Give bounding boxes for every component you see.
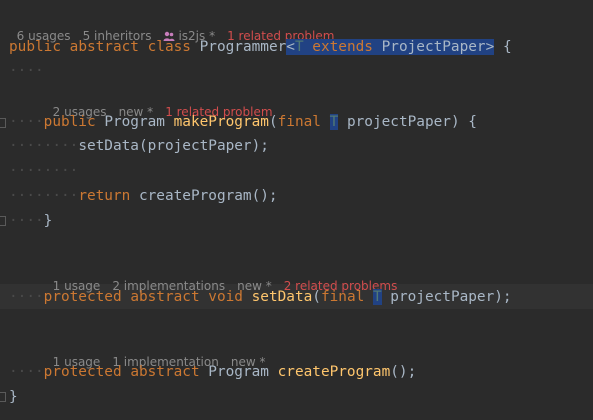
method2-signature-line[interactable]: ····protected abstract void setData(fina…	[9, 288, 512, 306]
paren-open: (	[312, 289, 321, 305]
return-type: Program	[208, 364, 269, 380]
call-args: ();	[251, 188, 278, 204]
param-name: projectPaper	[390, 289, 495, 305]
method-name-setData[interactable]: setData	[252, 289, 313, 305]
class-brace-open: {	[502, 39, 512, 55]
whitespace-dots: ····	[9, 63, 44, 79]
statement-setData-line[interactable]: ········setData(projectPaper);	[9, 137, 269, 155]
keyword-public: public	[43, 114, 96, 130]
type-param: T	[294, 39, 304, 55]
paren-open: (	[268, 114, 278, 130]
keyword-public: public	[9, 39, 61, 55]
call-createProgram[interactable]: createProgram	[139, 188, 252, 204]
signature-close: ();	[390, 364, 417, 380]
keyword-return: return	[78, 188, 131, 204]
call-setData[interactable]: setData	[78, 138, 139, 154]
type-param-close: >	[485, 39, 495, 55]
keyword-extends: extends	[312, 39, 373, 55]
keyword-class: class	[147, 39, 191, 55]
keyword-abstract: abstract	[130, 289, 200, 305]
signature-close: ) {	[450, 114, 477, 130]
param-name: projectPaper	[346, 114, 451, 130]
type-param-open: <	[286, 39, 295, 55]
indent-dots: ········	[9, 138, 79, 154]
method1-brace-close: }	[43, 213, 53, 229]
return-statement-line[interactable]: ········return createProgram();	[9, 187, 278, 205]
class-brace-close: }	[9, 389, 18, 405]
keyword-protected: protected	[43, 289, 122, 305]
keyword-protected: protected	[43, 364, 122, 380]
indent-dots: ····	[9, 213, 44, 229]
whitespace-dots: ········	[9, 163, 79, 179]
bound-type: ProjectPaper	[381, 39, 486, 55]
fold-marker-class-end[interactable]	[0, 392, 6, 402]
method1-signature-line[interactable]: ····public Program makeProgram(final T p…	[9, 113, 477, 131]
keyword-abstract: abstract	[69, 39, 139, 55]
keyword-abstract: abstract	[130, 364, 200, 380]
param-type-T[interactable]: T	[372, 289, 382, 305]
method-name-makeProgram[interactable]: makeProgram	[174, 114, 269, 130]
indent-dots: ····	[9, 364, 44, 380]
indent-dots: ····	[9, 289, 44, 305]
method-name-createProgram[interactable]: createProgram	[278, 364, 391, 380]
type-param-selection[interactable]: <T extends ProjectPaper>	[286, 39, 495, 55]
fold-marker-method-start[interactable]	[0, 118, 6, 128]
signature-close: );	[494, 289, 512, 305]
keyword-void: void	[208, 289, 243, 305]
keyword-final: final	[277, 114, 321, 130]
class-declaration-line[interactable]: public abstract class Programmer<T exten…	[9, 38, 512, 56]
return-type: Program	[104, 114, 165, 130]
class-close-line[interactable]: }	[9, 388, 18, 406]
indent-dots: ········	[9, 188, 79, 204]
fold-marker-method-end[interactable]	[0, 216, 6, 226]
method1-close-line[interactable]: ····}	[9, 212, 52, 230]
indent-dots: ····	[9, 114, 44, 130]
param-type-T[interactable]: T	[329, 114, 339, 130]
class-name[interactable]: Programmer	[200, 39, 287, 55]
keyword-final: final	[320, 289, 365, 305]
method3-signature-line[interactable]: ····protected abstract Program createPro…	[9, 363, 416, 381]
call-args: (projectPaper);	[138, 138, 269, 154]
